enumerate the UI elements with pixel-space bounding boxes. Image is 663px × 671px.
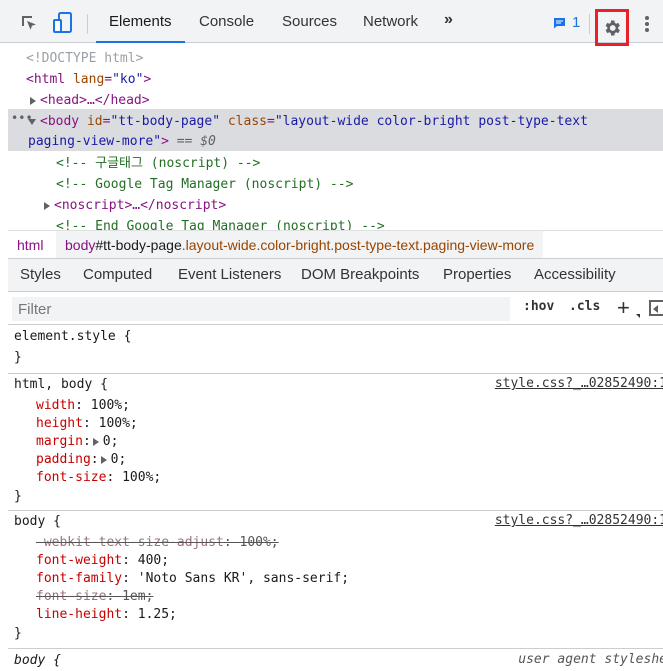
dom-node-body[interactable]: <body id="tt-body-page" class="layout-wi…	[28, 111, 588, 132]
tab-accessibility[interactable]: Accessibility	[522, 259, 628, 293]
dom-comment[interactable]: <!-- Google Tag Manager (noscript) -->	[56, 174, 353, 195]
tab-sources[interactable]: Sources	[269, 0, 350, 43]
rule-source-link[interactable]: style.css?_…02852490:1	[495, 376, 663, 391]
expand-triangle-icon[interactable]	[30, 96, 36, 105]
expand-triangle-icon[interactable]	[44, 201, 50, 210]
devtools-toolbar: Elements Console Sources Network » 1	[0, 0, 663, 46]
message-icon	[554, 17, 565, 28]
rule-close: }	[14, 489, 22, 504]
styles-subtabs: Styles Computed Event Listeners DOM Brea…	[8, 258, 663, 294]
dom-node-body-cont: paging-view-more"> == $0	[28, 134, 216, 149]
toolbar-separator	[87, 14, 88, 34]
messages-badge[interactable]: 1	[553, 14, 580, 31]
rule-selector[interactable]: body {	[14, 652, 61, 670]
class-toggle[interactable]: .cls	[569, 299, 600, 314]
hover-state-toggle[interactable]: :hov	[523, 299, 554, 314]
rule-close: }	[14, 626, 22, 641]
dropdown-triangle-icon[interactable]	[636, 314, 640, 318]
collapse-triangle-icon[interactable]	[28, 118, 36, 125]
rule-html-body: html, body { style.css?_…02852490:1 widt…	[8, 374, 663, 511]
css-declaration[interactable]: width: 100%;	[36, 397, 130, 415]
styles-pane: element.style { } html, body { style.css…	[8, 326, 663, 671]
more-tabs-button[interactable]: »	[444, 11, 453, 29]
tab-event-listeners[interactable]: Event Listeners	[166, 259, 293, 293]
css-declaration[interactable]: font-weight: 400;	[36, 552, 169, 570]
filter-input[interactable]	[12, 297, 510, 321]
rule-selector[interactable]: html, body {	[14, 376, 108, 394]
inspect-element-icon[interactable]	[18, 12, 40, 34]
dom-comment[interactable]: <!-- 구글태그 (noscript) -->	[56, 153, 260, 174]
new-style-rule-button[interactable]: +	[617, 295, 630, 321]
tab-computed[interactable]: Computed	[71, 259, 164, 293]
css-declaration-overridden[interactable]: -webkit-text-size-adjust: 100%;	[36, 534, 279, 552]
rule-body-user-agent: body { user agent styleshe	[8, 649, 663, 671]
dom-node-html[interactable]: <html lang="ko">	[26, 69, 151, 90]
css-declaration[interactable]: height: 100%;	[36, 415, 138, 433]
toggle-sidebar-icon[interactable]	[649, 300, 663, 316]
css-declaration[interactable]: font-size: 100%;	[36, 469, 161, 487]
breadcrumb-body[interactable]: body#tt-body-page.layout-wide.color-brig…	[56, 231, 544, 259]
dom-comment[interactable]: <!-- End Google Tag Manager (noscript) -…	[56, 216, 385, 230]
tab-styles[interactable]: Styles	[8, 259, 73, 294]
tab-network[interactable]: Network	[350, 0, 431, 43]
more-options-icon[interactable]	[638, 13, 656, 35]
message-count: 1	[572, 14, 581, 31]
tab-properties[interactable]: Properties	[431, 259, 523, 293]
tab-console[interactable]: Console	[186, 0, 267, 43]
rule-selector[interactable]: element.style {	[14, 328, 131, 346]
breadcrumb: html body#tt-body-page.layout-wide.color…	[8, 230, 663, 259]
dom-tree: <!DOCTYPE html> <html lang="ko"> <head>……	[0, 44, 663, 230]
dom-node-head[interactable]: <head>…</head>	[30, 90, 150, 111]
css-declaration[interactable]: margin: 0;	[36, 433, 118, 451]
rule-close: }	[14, 350, 22, 365]
gear-icon	[605, 20, 620, 35]
rule-source-link[interactable]: style.css?_…02852490:1	[495, 513, 663, 528]
css-declaration[interactable]: line-height: 1.25;	[36, 606, 177, 624]
dom-node-doctype[interactable]: <!DOCTYPE html>	[26, 48, 143, 69]
expand-triangle-icon[interactable]	[100, 455, 107, 464]
breadcrumb-html[interactable]: html	[8, 231, 52, 259]
css-declaration[interactable]: font-family: 'Noto Sans KR', sans-serif;	[36, 570, 349, 588]
expand-triangle-icon[interactable]	[92, 437, 99, 446]
tab-elements[interactable]: Elements	[96, 0, 185, 43]
rule-source-label: user agent styleshe	[518, 652, 663, 667]
rule-element-style: element.style { }	[8, 326, 663, 374]
css-declaration[interactable]: padding: 0;	[36, 451, 126, 469]
toolbar-separator	[589, 14, 590, 34]
tab-dom-breakpoints[interactable]: DOM Breakpoints	[289, 259, 431, 293]
dom-node-noscript[interactable]: <noscript>…</noscript>	[44, 195, 226, 216]
settings-button[interactable]	[595, 9, 629, 46]
device-toolbar-icon[interactable]	[52, 12, 74, 34]
rule-body: body { style.css?_…02852490:1 -webkit-te…	[8, 511, 663, 649]
styles-filter-bar: :hov .cls +	[8, 292, 663, 325]
rule-selector[interactable]: body {	[14, 513, 61, 531]
css-declaration-overridden[interactable]: font-size: 1em;	[36, 588, 153, 606]
